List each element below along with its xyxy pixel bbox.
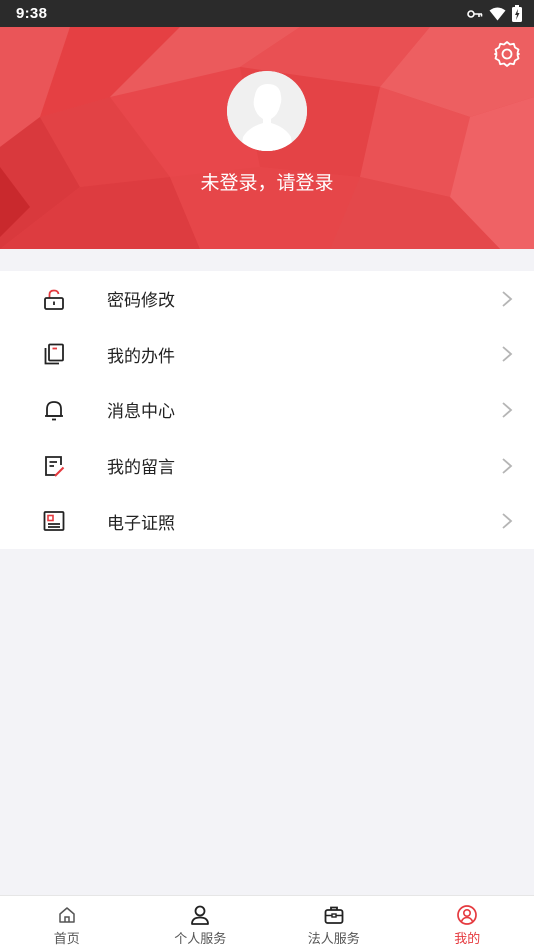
menu-item-password[interactable]: 密码修改 [0, 271, 534, 327]
bell-icon [40, 396, 68, 424]
gear-icon [494, 41, 520, 67]
menu-item-my-cases[interactable]: 我的办件 [0, 327, 534, 383]
settings-button[interactable] [492, 39, 522, 69]
chevron-right-icon [502, 346, 513, 363]
menu-item-messages[interactable]: 消息中心 [0, 382, 534, 438]
status-icons [467, 5, 522, 22]
status-time: 9:38 [16, 5, 48, 22]
home-icon [56, 904, 78, 926]
tab-label: 个人服务 [174, 932, 227, 947]
profile-header: 未登录，请登录 [0, 27, 534, 249]
battery-icon [512, 5, 522, 22]
tab-home[interactable]: 首页 [0, 896, 134, 950]
briefcase-icon [323, 904, 345, 926]
tab-personal-services[interactable]: 个人服务 [134, 896, 268, 950]
menu-item-label: 我的办件 [107, 346, 175, 367]
user-circle-icon [456, 904, 478, 926]
status-bar: 9:38 [0, 0, 534, 27]
menu-item-e-certificates[interactable]: 电子证照 [0, 493, 534, 549]
vpn-key-icon [467, 9, 483, 18]
wifi-icon [489, 7, 506, 20]
menu-item-label: 电子证照 [107, 513, 175, 534]
menu-item-label: 我的留言 [107, 458, 175, 479]
menu-item-label: 密码修改 [107, 291, 175, 312]
chevron-right-icon [502, 513, 513, 529]
tab-mine[interactable]: 我的 [401, 896, 534, 950]
chevron-right-icon [502, 402, 513, 418]
login-prompt[interactable]: 未登录，请登录 [0, 168, 534, 195]
bottom-tab-bar: 首页 个人服务 法人服务 我的 [0, 895, 534, 950]
note-edit-icon [40, 452, 68, 480]
tab-label: 法人服务 [307, 932, 360, 947]
person-icon [189, 904, 211, 926]
menu-item-my-comments[interactable]: 我的留言 [0, 438, 534, 494]
avatar[interactable] [227, 71, 307, 151]
lock-icon [40, 285, 68, 313]
tab-label: 我的 [454, 932, 481, 947]
tab-label: 首页 [53, 932, 80, 947]
default-user-icon [227, 71, 307, 151]
chevron-right-icon [502, 457, 513, 474]
tab-corporate-services[interactable]: 法人服务 [267, 896, 401, 950]
chevron-right-icon [502, 291, 513, 307]
menu-item-label: 消息中心 [107, 402, 175, 423]
menu-list: 密码修改 我的办件 消息中心 我的留言 电子证照 [0, 271, 534, 549]
documents-icon [40, 340, 68, 368]
id-card-icon [40, 507, 68, 535]
